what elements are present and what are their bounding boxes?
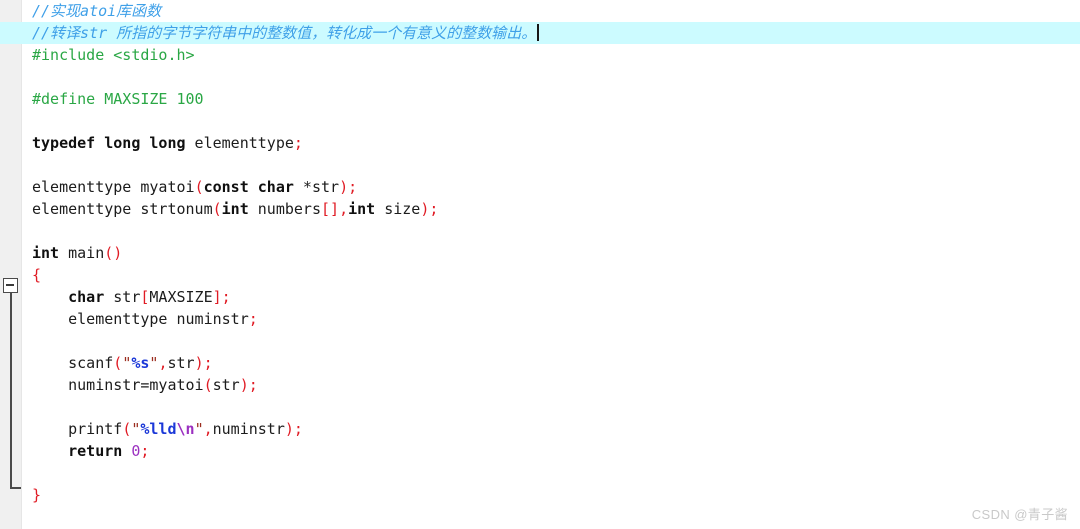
code-line-6[interactable]: [0, 110, 1080, 132]
code-line-1[interactable]: //实现atoi库函数: [0, 0, 1080, 22]
semicolon: ;: [221, 288, 231, 306]
macro-maxsize: MAXSIZE: [149, 288, 213, 306]
string-quote: ": [194, 420, 204, 438]
number-literal: 0: [122, 442, 141, 460]
code-editor[interactable]: //实现atoi库函数 //转译str 所指的字节字符串中的整数值，转化成一个有…: [0, 0, 1080, 529]
escape-sequence: \n: [176, 420, 195, 438]
code-line-11[interactable]: [0, 220, 1080, 242]
code-line-23[interactable]: }: [0, 484, 1080, 506]
semicolon: ;: [248, 310, 258, 328]
type-name: elementtype: [185, 134, 294, 152]
code-line-14[interactable]: char str[MAXSIZE];: [0, 286, 1080, 308]
code-line-15[interactable]: elementtype numinstr;: [0, 308, 1080, 330]
closing-brace: }: [32, 486, 42, 504]
code-line-19[interactable]: [0, 396, 1080, 418]
code-line-17[interactable]: scanf("%s",str);: [0, 352, 1080, 374]
code-line-18[interactable]: numinstr=myatoi(str);: [0, 374, 1080, 396]
preprocessor-include: #include <stdio.h>: [32, 46, 195, 64]
keyword-const-char: const char: [203, 178, 294, 196]
right-paren: ): [284, 420, 294, 438]
array-brackets: []: [321, 200, 340, 218]
semicolon: ;: [293, 134, 303, 152]
keyword-typedef: typedef long long: [32, 134, 186, 152]
code-line-12[interactable]: int main(): [0, 242, 1080, 264]
left-paren: (: [113, 354, 123, 372]
assignment-expression: numinstr=myatoi: [68, 376, 204, 394]
code-line-10[interactable]: elementtype strtonum(int numbers[],int s…: [0, 198, 1080, 220]
format-specifier: %lld: [140, 420, 177, 438]
function-call-printf: printf: [68, 420, 123, 438]
argument-str: str: [212, 376, 240, 394]
argument-str: str: [167, 354, 195, 372]
function-call-scanf: scanf: [68, 354, 114, 372]
code-line-20[interactable]: printf("%lld\n",numinstr);: [0, 418, 1080, 440]
comment-token: //实现atoi库函数: [32, 2, 162, 20]
function-signature: elementtype myatoi: [32, 178, 195, 196]
semicolon: ;: [293, 420, 303, 438]
keyword-int: int: [221, 200, 249, 218]
left-paren: (: [194, 178, 204, 196]
semicolon: ;: [429, 200, 439, 218]
param-pointer: *str: [293, 178, 340, 196]
param-name: size: [375, 200, 421, 218]
left-paren: (: [122, 420, 132, 438]
left-paren: (: [212, 200, 222, 218]
semicolon: ;: [140, 442, 150, 460]
code-line-4[interactable]: [0, 66, 1080, 88]
function-name-main: main: [59, 244, 105, 262]
function-signature: elementtype strtonum: [32, 200, 213, 218]
code-line-8[interactable]: [0, 154, 1080, 176]
code-line-13[interactable]: {: [0, 264, 1080, 286]
code-line-21[interactable]: return 0;: [0, 440, 1080, 462]
keyword-int: int: [32, 244, 60, 262]
comment-token: //转译str 所指的字节字符串中的整数值，转化成一个有意义的整数输出。: [32, 24, 537, 42]
code-area[interactable]: //实现atoi库函数 //转译str 所指的字节字符串中的整数值，转化成一个有…: [0, 0, 1080, 529]
code-line-2[interactable]: //转译str 所指的字节字符串中的整数值，转化成一个有意义的整数输出。: [0, 22, 1080, 44]
variable-name: str: [104, 288, 141, 306]
variable-declaration: elementtype numinstr: [68, 310, 249, 328]
right-paren: ): [239, 376, 249, 394]
code-line-5[interactable]: #define MAXSIZE 100: [0, 88, 1080, 110]
keyword-return: return: [68, 442, 123, 460]
opening-brace: {: [32, 266, 42, 284]
watermark: CSDN @青子酱: [971, 507, 1068, 522]
semicolon: ;: [203, 354, 213, 372]
text-cursor: [537, 24, 540, 41]
param-name: numbers: [248, 200, 321, 218]
string-quote: ": [122, 354, 132, 372]
code-line-9[interactable]: elementtype myatoi(const char *str);: [0, 176, 1080, 198]
right-paren: ): [194, 354, 204, 372]
code-line-7[interactable]: typedef long long elementtype;: [0, 132, 1080, 154]
code-line-22[interactable]: [0, 462, 1080, 484]
preprocessor-define: #define MAXSIZE 100: [32, 90, 204, 108]
left-paren: (: [203, 376, 213, 394]
semicolon: ;: [348, 178, 358, 196]
format-specifier: %s: [131, 354, 150, 372]
comma: ,: [339, 200, 349, 218]
keyword-char: char: [68, 288, 105, 306]
right-bracket: ]: [212, 288, 222, 306]
parens: (): [104, 244, 123, 262]
code-line-3[interactable]: #include <stdio.h>: [0, 44, 1080, 66]
right-paren: ): [339, 178, 349, 196]
semicolon: ;: [248, 376, 258, 394]
comma: ,: [203, 420, 213, 438]
keyword-int: int: [348, 200, 376, 218]
code-line-16[interactable]: [0, 330, 1080, 352]
argument-numinstr: numinstr: [212, 420, 285, 438]
